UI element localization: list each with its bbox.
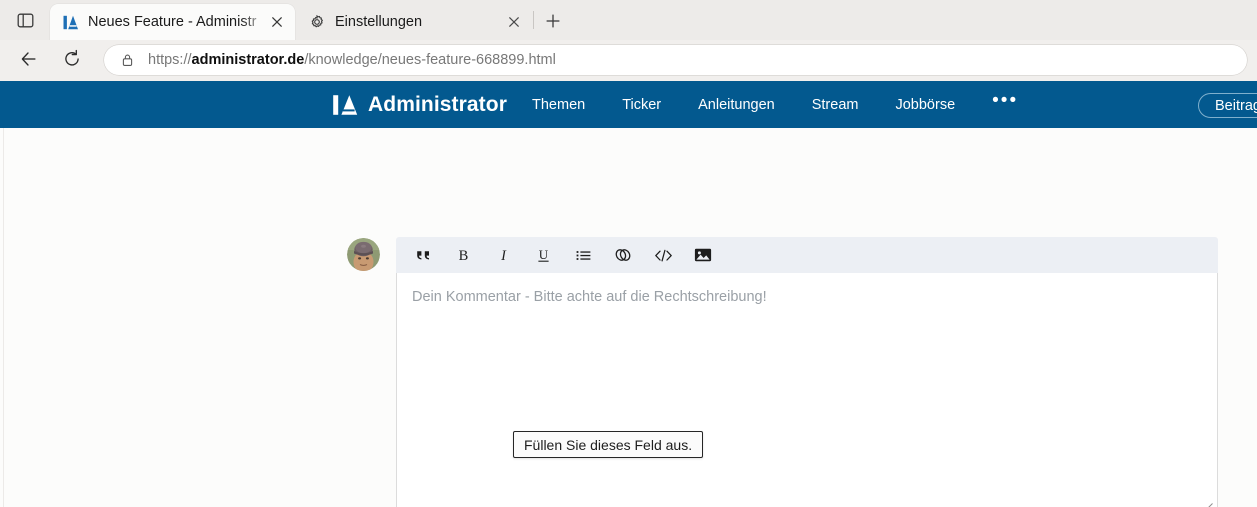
svg-text:B: B	[458, 248, 468, 264]
nav-item-themen[interactable]: Themen	[532, 97, 585, 113]
nav-item-anleitungen[interactable]: Anleitungen	[698, 97, 775, 113]
browser-toolbar: https://administrator.de/knowledge/neues…	[0, 40, 1257, 80]
url-scheme: https://	[148, 52, 192, 68]
page-viewport: Administrator Themen Ticker Anleitungen …	[0, 81, 1257, 507]
nav-item-jobboerse[interactable]: Jobbörse	[895, 97, 955, 113]
site-brand[interactable]: Administrator	[331, 90, 507, 119]
bullet-list-icon[interactable]	[566, 238, 600, 272]
url-host: administrator.de	[191, 52, 305, 68]
page-left-border	[3, 125, 4, 507]
user-avatar-photo	[347, 238, 380, 271]
underline-icon-glyph: U	[537, 247, 548, 262]
close-icon-glyph	[508, 16, 520, 28]
italic-icon[interactable]: I	[486, 238, 520, 272]
quote-icon-glyph	[416, 250, 429, 259]
tab-title: Einstellungen	[335, 14, 423, 30]
url-text: https://administrator.de/knowledge/neues…	[148, 52, 556, 68]
validation-tooltip-text: Füllen Sie dieses Feld aus.	[524, 436, 693, 453]
editor-toolbar: B I U	[396, 237, 1218, 273]
url-path: /knowledge/neues-feature-668899.html	[304, 52, 556, 68]
reload-button[interactable]	[58, 45, 86, 73]
main-navigation: Themen Ticker Anleitungen Stream Jobbörs…	[532, 81, 1018, 128]
close-icon-glyph	[271, 16, 283, 28]
sidebar-panel-icon[interactable]	[12, 8, 38, 32]
browser-tab-active[interactable]: Neues Feature - Administr	[50, 4, 295, 40]
new-tab-button[interactable]	[540, 8, 566, 34]
administrator-logo-favicon	[61, 13, 79, 31]
reload-icon	[65, 49, 79, 66]
underline-icon[interactable]: U	[526, 238, 560, 272]
tab-separator	[533, 11, 534, 29]
nav-item-stream[interactable]: Stream	[812, 97, 859, 113]
avatar	[347, 238, 380, 271]
gear-icon-glyph	[311, 14, 324, 28]
create-post-button-label: Beitrag	[1215, 97, 1257, 114]
svg-text:I: I	[500, 248, 507, 264]
link-icon[interactable]	[606, 238, 640, 272]
bold-icon-glyph: B	[458, 248, 468, 264]
comment-placeholder: Dein Kommentar - Bitte achte auf die Rec…	[412, 289, 767, 305]
close-icon[interactable]	[266, 11, 288, 33]
create-post-button[interactable]: Beitrag	[1198, 93, 1257, 118]
brand-name: Administrator	[368, 92, 507, 116]
plus-icon	[546, 14, 560, 28]
close-icon[interactable]	[503, 11, 525, 33]
tab-title: Neues Feature - Administr	[88, 14, 257, 30]
administrator-logo-favicon-glyph	[63, 15, 78, 29]
italic-icon-glyph: I	[500, 248, 507, 264]
image-icon[interactable]	[686, 238, 720, 272]
svg-text:U: U	[538, 247, 548, 262]
validation-tooltip: Füllen Sie dieses Feld aus.	[513, 431, 704, 458]
bold-icon[interactable]: B	[446, 238, 480, 272]
comment-textarea[interactable]: Dein Kommentar - Bitte achte auf die Rec…	[396, 273, 1218, 507]
lock-icon[interactable]	[119, 52, 135, 68]
address-bar[interactable]: https://administrator.de/knowledge/neues…	[104, 45, 1247, 75]
lock-icon-glyph	[122, 54, 132, 66]
bullet-list-icon-glyph	[576, 250, 590, 260]
administrator-triangle-logo	[333, 94, 358, 115]
browser-window: Neues Feature - Administr Einstellungen	[0, 0, 1257, 507]
sidebar-panel-icon-glyph	[17, 13, 33, 27]
arrow-left-icon	[21, 52, 36, 66]
code-icon[interactable]	[646, 238, 680, 272]
tab-strip: Neues Feature - Administr Einstellungen	[0, 0, 1257, 40]
code-icon-glyph	[654, 249, 672, 261]
image-icon-glyph	[694, 248, 712, 262]
nav-item-ticker[interactable]: Ticker	[622, 97, 661, 113]
browser-tab-settings[interactable]: Einstellungen	[297, 4, 532, 40]
nav-overflow-menu-icon[interactable]: •••	[992, 91, 1018, 110]
resize-handle[interactable]	[1200, 499, 1214, 507]
link-icon-glyph	[615, 249, 631, 261]
back-button[interactable]	[15, 45, 43, 73]
site-header: Administrator Themen Ticker Anleitungen …	[0, 81, 1257, 128]
gear-icon	[308, 13, 326, 31]
quote-icon[interactable]	[406, 238, 440, 272]
